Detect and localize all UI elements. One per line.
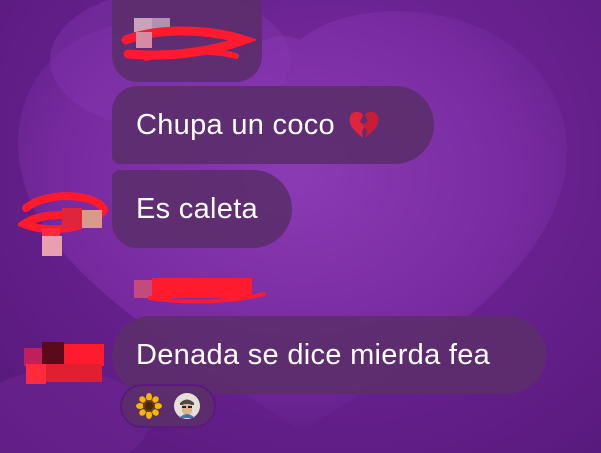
chat-thread: Chupa un coco Es caleta Denada se dice m… (0, 0, 601, 453)
sender-avatar-redacted (24, 342, 104, 384)
message-text: Chupa un coco (136, 108, 335, 141)
sender-avatar-redacted (18, 192, 109, 256)
broken-heart-icon (349, 111, 379, 138)
message-bubble[interactable]: Denada se dice mierda fea (112, 316, 546, 394)
message-bubble[interactable]: Chupa un coco (112, 86, 434, 164)
message-text: Es caleta (136, 192, 258, 225)
redaction-scribble (121, 18, 256, 61)
message-bubble-redacted[interactable] (112, 0, 262, 82)
sunflower-icon (135, 392, 163, 420)
sender-name-redacted (134, 278, 266, 304)
message-reactions[interactable] (120, 384, 216, 428)
avatar-sticker-icon (173, 392, 201, 420)
message-bubble[interactable]: Es caleta (112, 170, 292, 248)
message-text: Denada se dice mierda fea (136, 338, 491, 371)
